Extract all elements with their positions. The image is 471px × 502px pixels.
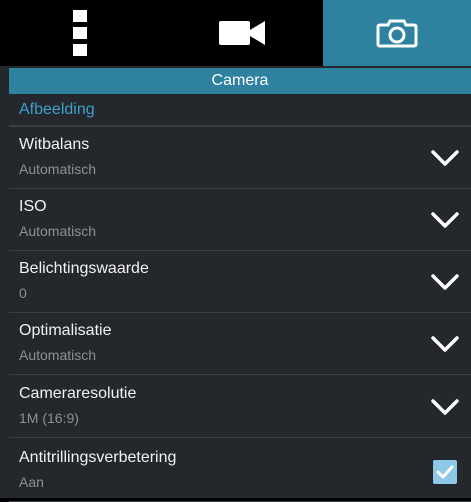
- tab-more-settings[interactable]: [0, 0, 160, 66]
- tab-camera-settings[interactable]: [323, 0, 471, 66]
- chevron-down-icon[interactable]: [431, 211, 459, 229]
- setting-white-balance[interactable]: Witbalans Automatisch: [9, 127, 471, 189]
- camera-icon: [376, 19, 418, 48]
- setting-value: Automatisch: [19, 161, 97, 177]
- section-title: Afbeelding: [19, 101, 95, 118]
- setting-iso[interactable]: ISO Automatisch: [9, 189, 471, 251]
- setting-value: Automatisch: [19, 347, 97, 363]
- video-camera-icon: [218, 21, 265, 45]
- setting-value: 1M (16:9): [19, 410, 79, 426]
- setting-exposure-value[interactable]: Belichtingswaarde 0: [9, 251, 471, 313]
- setting-label: ISO: [19, 198, 47, 215]
- setting-optimization[interactable]: Optimalisatie Automatisch: [9, 313, 471, 375]
- setting-label: Witbalans: [19, 136, 90, 153]
- setting-label: Optimalisatie: [19, 322, 112, 339]
- setting-camera-resolution[interactable]: Cameraresolutie 1M (16:9): [9, 376, 471, 438]
- chevron-down-icon[interactable]: [431, 149, 459, 167]
- setting-anti-shake[interactable]: Antitrillingsverbetering Aan: [9, 440, 471, 502]
- chevron-down-icon[interactable]: [431, 273, 459, 291]
- checkmark-icon: [436, 465, 454, 479]
- header-title: Camera: [211, 72, 269, 89]
- setting-value: Aan: [19, 474, 44, 490]
- setting-label: Belichtingswaarde: [19, 260, 149, 277]
- anti-shake-checkbox[interactable]: [433, 460, 457, 484]
- tab-video-settings[interactable]: [160, 0, 323, 66]
- setting-label: Cameraresolutie: [19, 385, 137, 402]
- settings-tab-bar: [0, 0, 471, 66]
- settings-header: Camera: [9, 68, 471, 94]
- setting-value: Automatisch: [19, 223, 97, 239]
- setting-label: Antitrillingsverbetering: [19, 449, 177, 466]
- setting-value: 0: [19, 285, 27, 301]
- camera-settings-panel: Camera Afbeelding Witbalans Automatisch …: [0, 0, 471, 502]
- overflow-menu-icon: [73, 10, 87, 56]
- chevron-down-icon[interactable]: [431, 335, 459, 353]
- chevron-down-icon[interactable]: [431, 398, 459, 416]
